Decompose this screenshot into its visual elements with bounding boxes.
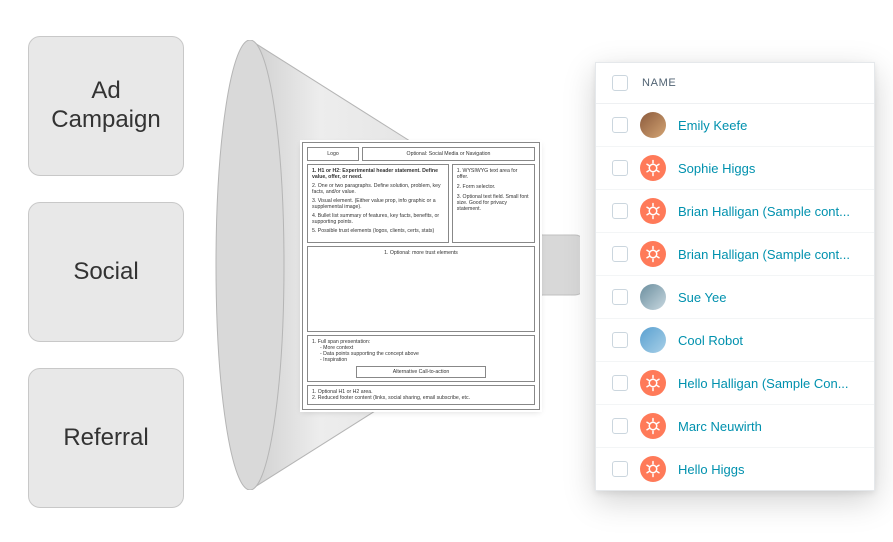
- landing-page-wireframe: Logo Optional: Social Media or Navigatio…: [302, 142, 540, 410]
- wf-sidebar: 1. WYSIWYG text area for offer. 2. Form …: [452, 164, 535, 243]
- contact-row[interactable]: Emily Keefe: [596, 104, 874, 147]
- avatar: [640, 413, 666, 439]
- avatar: [640, 284, 666, 310]
- wf-logo-box: Logo: [307, 147, 359, 161]
- wf-s3: 3. Optional text field. Small font size.…: [457, 194, 530, 212]
- contact-checkbox[interactable]: [612, 117, 628, 133]
- contacts-panel: NAME Emily Keefe Sophie Higgs Brian Hallig…: [595, 62, 875, 491]
- source-card-ad-campaign: Ad Campaign: [28, 36, 184, 176]
- contact-checkbox[interactable]: [612, 418, 628, 434]
- contacts-body: Emily Keefe Sophie Higgs Brian Halligan (S…: [596, 104, 874, 490]
- source-card-label: Referral: [63, 424, 148, 453]
- contact-row[interactable]: Sue Yee: [596, 276, 874, 319]
- contact-row[interactable]: Cool Robot: [596, 319, 874, 362]
- contact-name[interactable]: Hello Higgs: [678, 462, 744, 477]
- contact-checkbox[interactable]: [612, 203, 628, 219]
- contact-name[interactable]: Hello Halligan (Sample Con...: [678, 376, 849, 391]
- wf-trust-label: 1. Optional: more trust elements: [384, 250, 458, 256]
- wf-nav-box: Optional: Social Media or Navigation: [362, 147, 535, 161]
- contact-checkbox[interactable]: [612, 160, 628, 176]
- source-card-referral: Referral: [28, 368, 184, 508]
- contact-name[interactable]: Emily Keefe: [678, 118, 747, 133]
- contact-name[interactable]: Brian Halligan (Sample cont...: [678, 204, 850, 219]
- wf-nav-label: Optional: Social Media or Navigation: [407, 151, 491, 157]
- contact-row[interactable]: Brian Halligan (Sample cont...: [596, 233, 874, 276]
- wf-p3: 3. Visual element. (Either value prop, i…: [312, 198, 444, 210]
- contact-checkbox[interactable]: [612, 375, 628, 391]
- diagram-stage: Ad Campaign Social Referral: [0, 0, 893, 542]
- avatar: [640, 370, 666, 396]
- source-card-social: Social: [28, 202, 184, 342]
- contact-checkbox[interactable]: [612, 246, 628, 262]
- contact-name[interactable]: Cool Robot: [678, 333, 743, 348]
- avatar: [640, 241, 666, 267]
- avatar: [640, 198, 666, 224]
- contact-row[interactable]: Brian Halligan (Sample cont...: [596, 190, 874, 233]
- wf-cta: Alternative Call-to-action: [356, 366, 487, 378]
- contact-name[interactable]: Brian Halligan (Sample cont...: [678, 247, 850, 262]
- contact-name[interactable]: Sophie Higgs: [678, 161, 755, 176]
- wf-footer: 1. Optional H1 or H2 area. 2. Reduced fo…: [307, 385, 535, 405]
- avatar: [640, 327, 666, 353]
- contact-checkbox[interactable]: [612, 332, 628, 348]
- wf-s2: 2. Form selector.: [457, 184, 530, 190]
- contact-row[interactable]: Hello Halligan (Sample Con...: [596, 362, 874, 405]
- wf-p4: 4. Bullet list summary of features, key …: [312, 213, 444, 225]
- source-card-label: Ad Campaign: [37, 77, 175, 135]
- contact-row[interactable]: Marc Neuwirth: [596, 405, 874, 448]
- contact-checkbox[interactable]: [612, 289, 628, 305]
- contact-row[interactable]: Sophie Higgs: [596, 147, 874, 190]
- wf-presentation: 1. Full span presentation: - More contex…: [307, 335, 535, 382]
- wf-p5: 5. Possible trust elements (logos, clien…: [312, 228, 444, 234]
- source-card-label: Social: [73, 258, 138, 287]
- contacts-header: NAME: [596, 63, 874, 104]
- wf-h1: 1. H1 or H2: Experimental header stateme…: [312, 168, 444, 180]
- select-all-checkbox[interactable]: [612, 75, 628, 91]
- source-cards: Ad Campaign Social Referral: [28, 36, 184, 508]
- wf-main-content: 1. H1 or H2: Experimental header stateme…: [307, 164, 449, 243]
- contact-name[interactable]: Marc Neuwirth: [678, 419, 762, 434]
- wf-footer-2: 2. Reduced footer content (links, social…: [312, 395, 530, 401]
- contact-row[interactable]: Hello Higgs: [596, 448, 874, 490]
- contact-name[interactable]: Sue Yee: [678, 290, 726, 305]
- avatar: [640, 155, 666, 181]
- wf-pres-c: - Inspiration: [320, 357, 530, 363]
- contact-checkbox[interactable]: [612, 461, 628, 477]
- wf-logo-label: Logo: [327, 151, 339, 157]
- avatar: [640, 112, 666, 138]
- wf-p2: 2. One or two paragraphs. Define solutio…: [312, 183, 444, 195]
- wf-trust-row: 1. Optional: more trust elements: [307, 246, 535, 333]
- wf-s1: 1. WYSIWYG text area for offer.: [457, 168, 530, 180]
- avatar: [640, 456, 666, 482]
- contacts-header-label: NAME: [642, 77, 676, 89]
- wf-cta-label: Alternative Call-to-action: [393, 369, 450, 375]
